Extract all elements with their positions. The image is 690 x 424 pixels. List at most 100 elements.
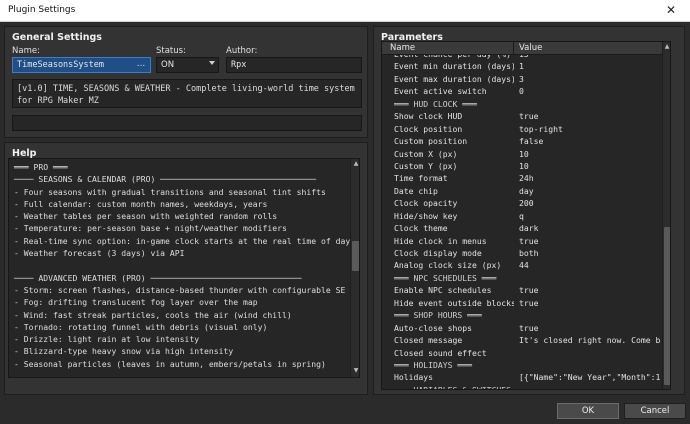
name-value: TimeSeasonsSystem — [17, 60, 104, 70]
parameter-name: Analog clock size (px) — [394, 260, 502, 271]
parameter-name: ═══ VARIABLES & SWITCHES ═══ — [394, 384, 514, 390]
parameter-row[interactable]: Clock theme dark — [382, 222, 662, 234]
parameters-table[interactable]: Event chance per day (%)15Event min dura… — [381, 41, 671, 390]
parameter-row[interactable]: Clock display mode both — [382, 247, 662, 259]
parameter-value: top-right — [519, 123, 563, 134]
parameters-scroll-thumb[interactable] — [664, 227, 670, 385]
help-text-box[interactable]: ═══ PRO ═══ ──── SEASONS & CALENDAR (PRO)… — [8, 158, 360, 378]
parameter-row[interactable]: Holidays [{"Name":"New Year","Month":1,"D… — [382, 371, 662, 383]
parameter-value: 44 — [519, 260, 529, 271]
parameter-name: Enable NPC schedules — [394, 285, 492, 296]
parameter-name: Time format — [394, 173, 448, 184]
parameter-name: Date chip — [394, 185, 438, 196]
parameter-name: Closed sound effect — [394, 347, 487, 358]
parameter-row[interactable]: Clock position top-right — [382, 123, 662, 135]
extra-field[interactable] — [12, 115, 362, 131]
help-line: - Four seasons with gradual transitions … — [14, 186, 326, 197]
help-line: - Blizzard-type heavy snow via high inte… — [14, 346, 234, 357]
parameters-scrollbar[interactable]: ▲ — [662, 42, 670, 389]
parameter-row[interactable]: Clock opacity 200 — [382, 197, 662, 209]
parameter-value: true — [519, 297, 539, 308]
status-label: Status: — [156, 46, 186, 56]
parameter-name: Custom Y (px) — [394, 160, 458, 171]
parameter-name: Event min duration (days) — [394, 61, 514, 72]
parameter-row[interactable]: Custom Y (px) 10 — [382, 160, 662, 172]
col-value-header[interactable]: Value — [519, 43, 542, 53]
parameter-group-row[interactable]: ═══ VARIABLES & SWITCHES ═══ — [382, 384, 662, 390]
parameter-row[interactable]: Analog clock size (px) 44 — [382, 259, 662, 271]
parameter-group-row[interactable]: ═══ SHOP HOURS ═══ — [382, 309, 662, 321]
chevron-down-icon — [209, 61, 215, 65]
parameter-name: Hide event outside blocks — [394, 297, 514, 308]
status-select[interactable]: ON — [156, 57, 219, 73]
scroll-down-icon[interactable]: ▼ — [352, 367, 359, 375]
parameter-value: true — [519, 235, 539, 246]
parameter-name: ═══ HOLIDAYS ═══ — [394, 359, 472, 370]
parameter-rows: Event chance per day (%)15Event min dura… — [382, 48, 662, 390]
help-line: - Storm: screen flashes, distance-based … — [14, 284, 346, 295]
name-browse-button[interactable]: ... — [134, 59, 148, 71]
parameter-value: 24h — [519, 173, 534, 184]
parameter-row[interactable]: Show clock HUD true — [382, 110, 662, 122]
parameter-name: Custom X (px) — [394, 148, 458, 159]
parameter-name: Custom position — [394, 136, 468, 147]
description-box[interactable]: [v1.0] TIME, SEASONS & WEATHER - Complet… — [12, 79, 362, 108]
help-lines: ═══ PRO ═══ ──── SEASONS & CALENDAR (PRO)… — [9, 161, 351, 370]
parameter-row[interactable]: Time format 24h — [382, 172, 662, 184]
parameter-value: true — [519, 322, 539, 333]
help-line: ──── SEASONS & CALENDAR (PRO) ──────────… — [14, 174, 317, 185]
parameter-group-row[interactable]: ═══ NPC SCHEDULES ═══ — [382, 272, 662, 284]
parameter-group-row[interactable]: ═══ HUD CLOCK ═══ — [382, 98, 662, 110]
status-value: ON — [161, 60, 175, 70]
help-line: - Fog: drifting translucent fog layer ov… — [14, 297, 258, 308]
parameter-row[interactable]: Event min duration (days) 1 — [382, 60, 662, 72]
parameter-row[interactable]: Event max duration (days) 3 — [382, 73, 662, 85]
parameter-row[interactable]: Date chip day — [382, 185, 662, 197]
author-field[interactable]: Rpx — [226, 57, 362, 73]
help-line — [9, 259, 351, 271]
parameter-name: Auto-close shops — [394, 322, 472, 333]
help-line: - Temperature: per-season base + night/w… — [14, 223, 287, 234]
help-line: - Wind: fast streak particles, cools the… — [14, 309, 292, 320]
help-line: - Weather forecast (3 days) via API — [14, 248, 185, 259]
name-field[interactable]: TimeSeasonsSystem ... — [12, 57, 151, 73]
help-line: - Full calendar: custom month names, wee… — [14, 198, 268, 209]
parameter-name: ═══ HUD CLOCK ═══ — [394, 98, 477, 109]
author-value: Rpx — [231, 60, 247, 70]
help-scroll-thumb[interactable] — [352, 241, 359, 271]
window-titlebar: Plugin Settings ✕ — [0, 0, 690, 22]
help-line: ──── ADVANCED WEATHER (PRO) ────────────… — [14, 272, 302, 283]
parameters-header: Name Value — [382, 42, 662, 55]
scroll-up-icon[interactable]: ▲ — [663, 43, 670, 51]
parameter-value: true — [519, 285, 539, 296]
parameter-value: q — [519, 210, 524, 221]
name-label: Name: — [12, 46, 40, 56]
parameter-value: It's closed right now. Come back… — [519, 335, 661, 346]
ok-button[interactable]: OK — [557, 403, 619, 419]
scroll-up-icon[interactable]: ▲ — [352, 160, 359, 168]
parameter-name: Show clock HUD — [394, 111, 463, 122]
parameter-row[interactable]: Hide/show key q — [382, 210, 662, 222]
column-divider[interactable] — [513, 42, 514, 55]
help-line: - Tornado: rotating funnel with debris (… — [14, 321, 268, 332]
parameter-name: Clock theme — [394, 223, 448, 234]
col-name-header[interactable]: Name — [390, 43, 415, 53]
close-icon[interactable]: ✕ — [658, 2, 684, 19]
cancel-button[interactable]: Cancel — [624, 403, 686, 419]
parameter-row[interactable]: Enable NPC schedules true — [382, 284, 662, 296]
parameter-row[interactable]: Closed message It's closed right now. Com… — [382, 334, 662, 346]
parameter-row[interactable]: Hide event outside blocks true — [382, 297, 662, 309]
parameter-row[interactable]: Custom X (px) 10 — [382, 148, 662, 160]
help-scrollbar[interactable]: ▲ ▼ — [350, 159, 359, 377]
help-line: - Weather tables per season with weighte… — [14, 211, 278, 222]
parameter-name: Hide clock in menus — [394, 235, 487, 246]
parameter-row[interactable]: Closed sound effect — [382, 347, 662, 359]
parameter-value: 200 — [519, 198, 534, 209]
parameter-row[interactable]: Custom position false — [382, 135, 662, 147]
parameter-row[interactable]: Hide clock in menus true — [382, 235, 662, 247]
parameter-row[interactable]: Event active switch 0 — [382, 85, 662, 97]
parameter-name: Clock opacity — [394, 198, 458, 209]
parameter-name: Hide/show key — [394, 210, 458, 221]
parameter-row[interactable]: Auto-close shops true — [382, 322, 662, 334]
parameter-group-row[interactable]: ═══ HOLIDAYS ═══ — [382, 359, 662, 371]
